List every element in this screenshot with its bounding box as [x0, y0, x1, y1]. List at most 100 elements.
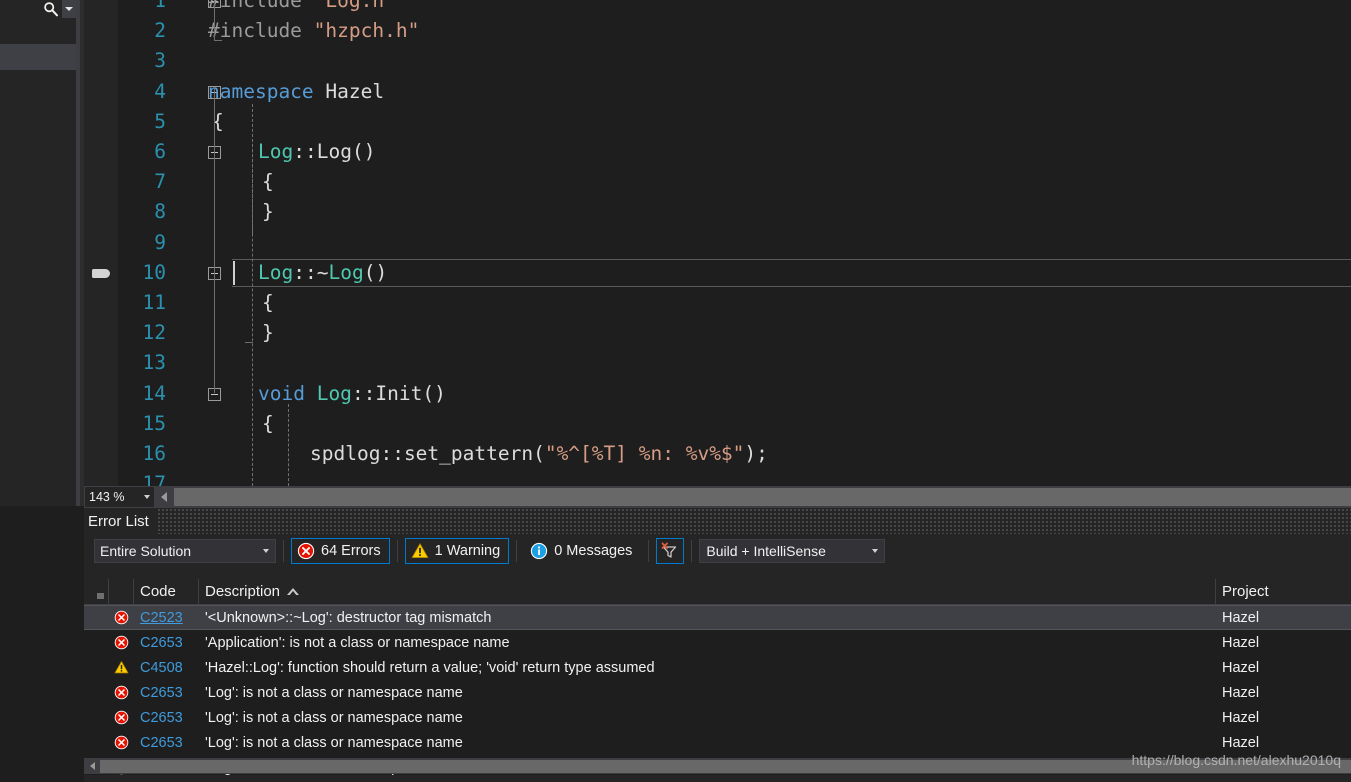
error-code-link[interactable]: C2523 — [140, 610, 183, 626]
error-list-titlebar[interactable]: Error List — [84, 508, 1351, 534]
code-line[interactable]: 3 — [84, 46, 1351, 76]
code-token: () — [351, 140, 376, 163]
code-token: "%^[%T] %n: %v%$" — [544, 442, 745, 465]
error-code-link[interactable]: C2653 — [140, 735, 183, 751]
row-project-cell: Hazel — [1222, 684, 1260, 701]
table-row[interactable]: C2523 '<Unknown>::~Log': destructor tag m… — [84, 605, 1351, 630]
line-number: 6 — [154, 140, 166, 163]
code-text: Log::~Log() — [258, 258, 387, 288]
error-list-panel: Error List Entire Solution 64 Errors 1 W… — [84, 508, 1351, 782]
clear-filter-button[interactable] — [656, 538, 685, 564]
row-pin-cell[interactable] — [84, 655, 109, 680]
code-token: Init — [375, 381, 423, 405]
chevron-down-icon[interactable] — [140, 495, 154, 499]
sort-ascending-icon — [287, 588, 300, 596]
column-header-code[interactable]: Code — [134, 579, 199, 604]
code-line[interactable]: 14 void Log::Init() — [84, 379, 1351, 409]
code-line[interactable]: 9 — [84, 228, 1351, 258]
error-list-horizontal-scrollbar[interactable] — [84, 758, 1351, 774]
line-number: 2 — [154, 19, 166, 43]
row-project-cell: Hazel — [1222, 634, 1260, 651]
table-row[interactable]: C2653 'Log': is not a class or namespace … — [84, 730, 1351, 755]
left-strip-row-selected[interactable] — [0, 44, 76, 70]
errors-toggle-button[interactable]: 64 Errors — [291, 538, 390, 564]
table-row[interactable]: C2653 'Log': is not a class or namespace … — [84, 705, 1351, 730]
code-line[interactable]: 11 { — [84, 288, 1351, 318]
row-pin-cell[interactable] — [84, 705, 109, 730]
error-list-hscroll-left-button[interactable] — [84, 758, 100, 774]
error-list-rows: C2523 '<Unknown>::~Log': destructor tag m… — [84, 605, 1351, 775]
error-list-toolbar: Entire Solution 64 Errors 1 Warning 0 Me… — [84, 534, 1351, 568]
row-description-cell: 'Application': is not a class or namespa… — [205, 634, 510, 651]
code-line[interactable]: 2 #include "hzpch.h" — [84, 16, 1351, 46]
error-list-hscroll-thumb[interactable] — [100, 759, 1351, 773]
row-code-cell[interactable]: C2523 — [134, 606, 199, 629]
code-line[interactable]: 4 namespace Hazel — [84, 77, 1351, 107]
outlining-vertical-line — [214, 88, 215, 393]
row-pin-cell[interactable] — [84, 630, 109, 655]
column-header-pin[interactable] — [84, 579, 109, 604]
row-pin-cell[interactable] — [84, 730, 109, 755]
scope-filter-combobox[interactable]: Entire Solution — [94, 539, 276, 563]
code-line[interactable]: 5{ — [84, 107, 1351, 137]
chevron-left-icon — [161, 492, 167, 502]
error-code-link[interactable]: C2653 — [140, 710, 183, 726]
code-line[interactable]: 16 spdlog::set_pattern("%^[%T] %n: %v%$")… — [84, 439, 1351, 469]
code-text: spdlog::set_pattern("%^[%T] %n: %v%$"); — [310, 439, 768, 469]
column-header-description[interactable]: Description — [199, 579, 1216, 604]
messages-toggle-button[interactable]: 0 Messages — [524, 538, 641, 564]
code-token: :: — [293, 140, 317, 163]
code-line[interactable]: 1 #include "Log.h" — [84, 0, 1351, 16]
search-dropdown-button[interactable] — [62, 0, 76, 18]
line-number: 12 — [142, 321, 166, 345]
error-code-link[interactable]: C4508 — [140, 660, 183, 676]
column-header-severity[interactable] — [109, 579, 134, 604]
row-pin-cell[interactable] — [84, 680, 109, 705]
line-number: 11 — [142, 291, 166, 314]
error-code-link[interactable]: C2653 — [140, 635, 183, 651]
error-icon — [109, 705, 134, 730]
row-pin-cell[interactable] — [84, 606, 109, 629]
editor-horizontal-scrollbar-thumb[interactable] — [174, 488, 1351, 506]
row-code-cell[interactable]: C2653 — [134, 705, 199, 730]
code-token: Log — [316, 140, 352, 163]
table-row[interactable]: C2653 'Log': is not a class or namespace … — [84, 680, 1351, 705]
warning-icon — [411, 542, 429, 560]
code-token: spdlog — [310, 442, 381, 465]
code-line[interactable]: 13 — [84, 348, 1351, 378]
code-line[interactable]: 6 Log::Log() — [84, 137, 1351, 167]
row-code-cell[interactable]: C2653 — [134, 630, 199, 655]
left-strip-row[interactable] — [0, 18, 76, 44]
code-token: Log — [328, 260, 364, 284]
chevron-down-icon[interactable] — [866, 549, 884, 553]
code-line[interactable]: 12} — [84, 318, 1351, 348]
code-line[interactable]: 10 Log::~Log() — [84, 258, 1351, 288]
code-token: { — [262, 170, 274, 194]
build-filter-combobox[interactable]: Build + IntelliSense — [699, 539, 886, 563]
code-line[interactable]: 7{ — [84, 167, 1351, 197]
table-row[interactable]: C2653 'Application': is not a class or na… — [84, 630, 1351, 655]
table-row[interactable]: C4508 'Hazel::Log': function should retur… — [84, 655, 1351, 680]
search-icon[interactable] — [40, 0, 62, 18]
code-line[interactable]: 15 { — [84, 409, 1351, 439]
code-line[interactable]: 8} — [84, 197, 1351, 227]
code-token: () — [422, 381, 446, 405]
chevron-down-icon[interactable] — [257, 549, 275, 553]
code-line[interactable]: 17 — [84, 469, 1351, 486]
left-strip-row[interactable] — [0, 70, 76, 506]
row-description-cell: 'Hazel::Log': function should return a v… — [205, 659, 655, 676]
editor-hscroll-left-button[interactable] — [156, 487, 172, 507]
code-editor[interactable]: 1 #include "Log.h" 2 #include "hzpch.h" 3 4 na… — [84, 0, 1351, 486]
row-code-cell[interactable]: C2653 — [134, 680, 199, 705]
row-code-cell[interactable]: C4508 — [134, 655, 199, 680]
row-description-cell: 'Log': is not a class or namespace name — [205, 684, 463, 701]
code-token: "Log.h" — [313, 0, 396, 12]
zoom-level-combobox[interactable]: 143 % — [84, 486, 155, 508]
error-code-link[interactable]: C2653 — [140, 685, 183, 701]
column-header-project[interactable]: Project — [1216, 579, 1351, 604]
code-token: ::~ — [293, 260, 329, 284]
row-project-cell: Hazel — [1222, 659, 1260, 676]
row-code-cell[interactable]: C2653 — [134, 730, 199, 755]
warnings-toggle-button[interactable]: 1 Warning — [404, 538, 510, 564]
code-token: "hzpch.h" — [313, 19, 420, 43]
